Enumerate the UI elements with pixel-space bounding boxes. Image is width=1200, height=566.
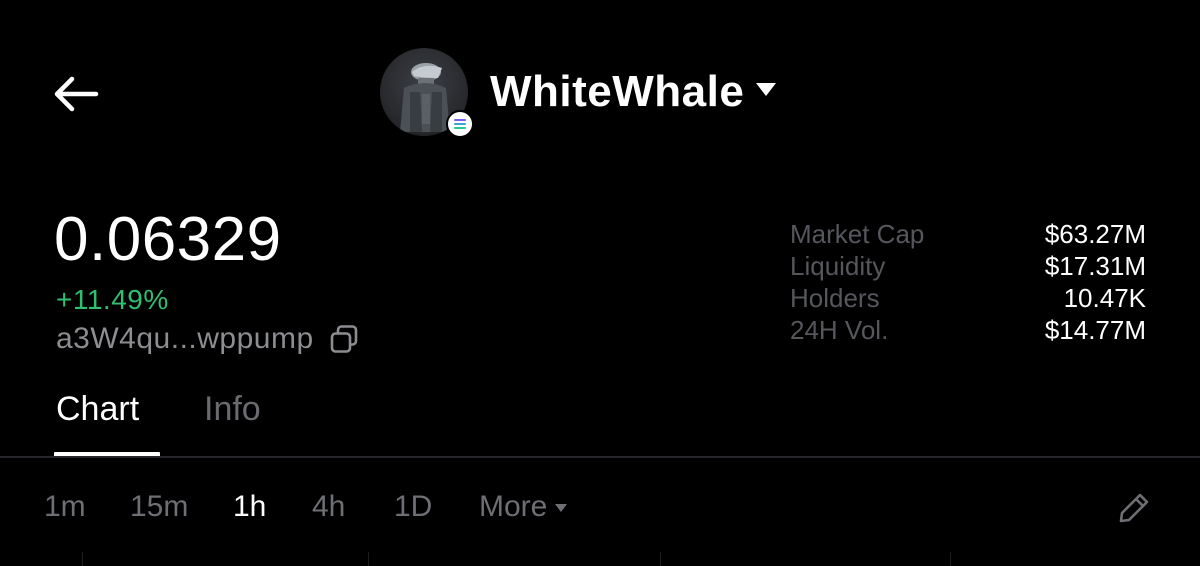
- tab-chart[interactable]: Chart: [56, 390, 139, 429]
- tab-bar: Chart Info: [0, 380, 1200, 458]
- caret-down-icon: [555, 504, 568, 512]
- copy-icon[interactable]: [328, 323, 360, 355]
- token-stats: Market Cap $63.27M Liquidity $17.31M Hol…: [790, 218, 1146, 346]
- contract-address-text: a3W4qu...wppump: [56, 322, 314, 355]
- stat-value: 10.47K: [1063, 283, 1146, 313]
- stat-value: $17.31M: [1044, 251, 1146, 281]
- stat-holders: Holders 10.47K: [790, 282, 1146, 314]
- stat-label: Market Cap: [790, 219, 925, 249]
- stat-24h-volume: 24H Vol. $14.77M: [790, 314, 1146, 346]
- token-detail-screen: WhiteWhale 0.06329 +11.49% a3W4qu...wppu…: [0, 0, 1200, 566]
- interval-more-button[interactable]: More: [479, 490, 568, 524]
- token-selector[interactable]: WhiteWhale: [380, 48, 777, 138]
- back-button[interactable]: [48, 66, 104, 122]
- stat-liquidity: Liquidity $17.31M: [790, 250, 1146, 282]
- chart-grid-line: [82, 552, 83, 566]
- stat-label: 24H Vol.: [790, 315, 889, 345]
- interval-1h[interactable]: 1h: [233, 490, 266, 524]
- interval-1m[interactable]: 1m: [44, 490, 86, 524]
- stat-value: $14.77M: [1044, 315, 1146, 345]
- interval-15m[interactable]: 15m: [130, 490, 188, 524]
- stat-label: Liquidity: [790, 251, 886, 281]
- divider: [0, 456, 1200, 458]
- arrow-left-icon: [54, 76, 99, 112]
- stat-label: Holders: [790, 283, 880, 313]
- interval-1d[interactable]: 1D: [394, 490, 432, 524]
- chart-grid-line: [950, 552, 951, 566]
- contract-address[interactable]: a3W4qu...wppump: [56, 322, 360, 356]
- more-label: More: [479, 490, 548, 523]
- chart-grid-line: [368, 552, 369, 566]
- chart-grid-line: [660, 552, 661, 566]
- stat-market-cap: Market Cap $63.27M: [790, 218, 1146, 250]
- solana-icon: [446, 110, 474, 138]
- avatar: [380, 48, 474, 138]
- stat-value: $63.27M: [1044, 219, 1146, 249]
- token-name: WhiteWhale: [490, 67, 745, 116]
- price-change: +11.49%: [56, 284, 169, 315]
- pencil-icon: [1119, 493, 1149, 523]
- token-price: 0.06329: [54, 205, 282, 274]
- interval-4h[interactable]: 4h: [312, 490, 345, 524]
- caret-down-icon: [756, 82, 777, 96]
- tab-info[interactable]: Info: [204, 390, 261, 429]
- edit-button[interactable]: [1114, 488, 1154, 528]
